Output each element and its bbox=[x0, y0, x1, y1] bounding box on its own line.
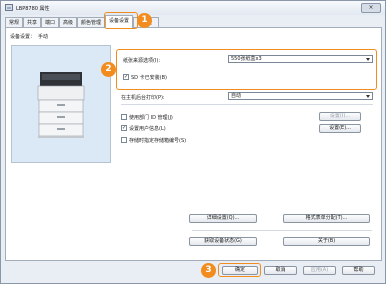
dept-id-label: 使用部门 ID 管理(J) bbox=[129, 115, 173, 121]
printer-properties-window: LBP8780 属性 × 常规 共享 端口 高级 颜色管理 设备设置 配置文件 … bbox=[0, 0, 386, 284]
callout-badge-2: 2 bbox=[101, 62, 116, 77]
device-settings-label: 设备设置： bbox=[10, 34, 36, 40]
detail-settings-button[interactable]: 详细设置(Q)... bbox=[189, 214, 257, 223]
printer-illustration bbox=[37, 72, 85, 138]
dept-id-settings-button[interactable]: 设置(I)... bbox=[319, 112, 361, 121]
tab-device-settings[interactable]: 设备设置 bbox=[105, 15, 133, 28]
host-spool-value: 自动 bbox=[231, 93, 242, 99]
close-button[interactable]: × bbox=[361, 3, 381, 13]
callout-highlight-3 bbox=[218, 263, 261, 277]
tab-ports[interactable]: 端口 bbox=[41, 17, 59, 27]
user-info-label: 设置用户信息(L) bbox=[129, 126, 166, 132]
callout-badge-3: 3 bbox=[201, 263, 216, 278]
apply-button[interactable]: 应用(A) bbox=[303, 266, 336, 275]
printer-preview bbox=[11, 45, 111, 163]
get-device-status-button[interactable]: 获取设备状态(G) bbox=[189, 237, 257, 246]
dept-id-checkbox[interactable] bbox=[121, 114, 127, 120]
user-info-checkbox[interactable]: ✓ bbox=[121, 125, 127, 131]
divider bbox=[121, 104, 373, 105]
about-button[interactable]: 关于(B) bbox=[283, 237, 370, 246]
device-settings-panel: 设备设置： 手动 纸张来源选项(I): 550张纸盒x3 ✓ SD 卡已安装(B… bbox=[5, 27, 382, 261]
title-bar: LBP8780 属性 × bbox=[1, 1, 385, 15]
format-form-assignment-button[interactable]: 格式表单分配(T)... bbox=[283, 214, 370, 223]
callout-badge-1: 1 bbox=[137, 13, 152, 28]
tab-color-management[interactable]: 颜色管理 bbox=[77, 17, 105, 27]
store-job-checkbox[interactable] bbox=[121, 137, 127, 143]
tab-sharing[interactable]: 共享 bbox=[23, 17, 41, 27]
callout-highlight-2 bbox=[116, 49, 377, 90]
host-spool-label: 在主机后台打印(P): bbox=[121, 95, 165, 101]
chevron-down-icon bbox=[366, 95, 370, 98]
help-button[interactable]: 帮助 bbox=[342, 266, 375, 275]
printer-icon bbox=[5, 4, 13, 11]
host-spool-select[interactable]: 自动 bbox=[228, 92, 373, 100]
divider bbox=[192, 230, 372, 231]
device-settings-value: 手动 bbox=[38, 34, 49, 40]
cancel-button[interactable]: 取消 bbox=[264, 266, 297, 275]
user-info-settings-button[interactable]: 设置(E)... bbox=[319, 124, 361, 133]
window-title: LBP8780 属性 bbox=[16, 6, 50, 12]
store-job-label: 存储时指定存储箱编号(S) bbox=[129, 138, 187, 144]
tab-advanced[interactable]: 高级 bbox=[59, 17, 77, 27]
tab-general[interactable]: 常规 bbox=[5, 17, 23, 27]
